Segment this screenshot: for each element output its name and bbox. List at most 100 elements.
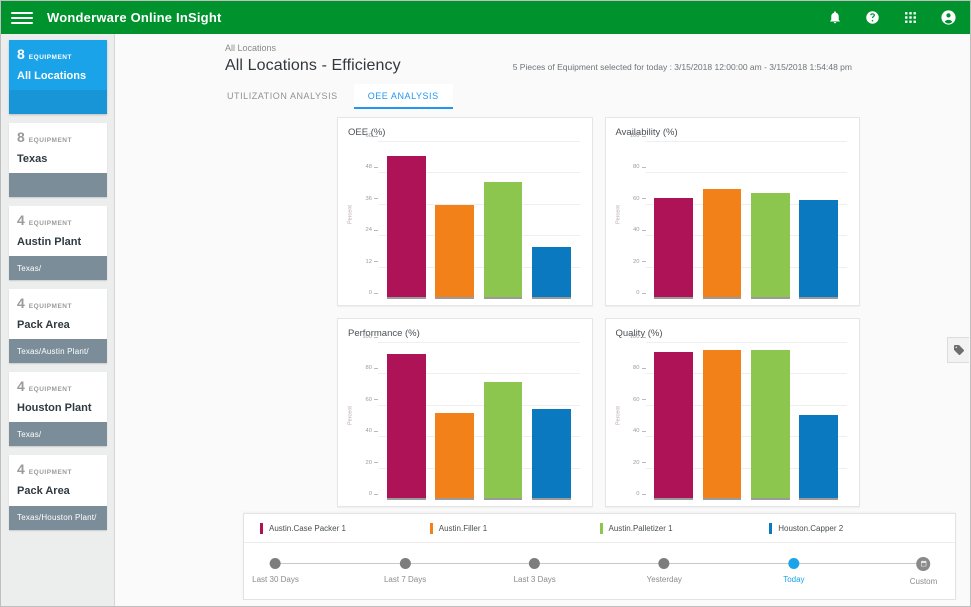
bar-baseline — [751, 297, 790, 299]
sidebar-item-texas[interactable]: 8 EQUIPMENT Texas — [9, 123, 107, 198]
bar-slot — [483, 343, 523, 500]
eq-path: Texas/ — [9, 256, 107, 281]
chart-card-oee: OEE (%) Percent 0 12 24 36 48 60 — [337, 117, 593, 306]
plot-availability: Percent 0 20 40 60 80 100 — [614, 133, 847, 299]
legend-label: Austin.Filler 1 — [438, 524, 488, 533]
app-window: Wonderware Online InSight 8 EQUIPMENT Al… — [0, 0, 971, 607]
y-tick: 20 — [627, 259, 646, 265]
bar-baseline — [435, 297, 474, 299]
legend-item[interactable]: Austin.Case Packer 1 — [260, 523, 430, 534]
eq-card-top: 4 EQUIPMENT Austin Plant — [9, 206, 107, 256]
bar[interactable] — [483, 381, 523, 498]
bar[interactable] — [799, 414, 839, 498]
timeline-label: Last 3 Days — [513, 575, 556, 584]
equipment-sidebar[interactable]: 8 EQUIPMENT All Locations 8 EQUIPMENT Te… — [1, 34, 115, 606]
bell-icon[interactable] — [825, 8, 844, 27]
plot-quality: Percent 0 20 40 60 80 100 — [615, 334, 848, 500]
help-icon[interactable] — [863, 8, 882, 27]
eq-count: 4 — [17, 378, 25, 395]
hamburger-icon[interactable] — [11, 7, 33, 29]
bar-group — [378, 142, 580, 299]
bar[interactable] — [435, 205, 474, 297]
sidebar-item-pack-area-houston[interactable]: 4 EQUIPMENT Pack Area Texas/Houston Plan… — [9, 455, 107, 530]
y-tick: 80 — [359, 365, 378, 371]
bar[interactable] — [654, 198, 694, 297]
chart-title: Quality (%) — [615, 328, 663, 339]
bar[interactable] — [386, 353, 426, 498]
bar-baseline — [386, 498, 426, 500]
account-icon[interactable] — [939, 8, 958, 27]
legend-item[interactable]: Houston.Capper 2 — [769, 523, 939, 534]
bar-slot — [483, 142, 523, 299]
timeline-track: Last 30 Days Last 7 Days Last 3 Days Yester… — [252, 556, 937, 591]
tag-panel-toggle[interactable] — [947, 337, 969, 363]
top-app-bar: Wonderware Online InSight — [1, 1, 970, 34]
y-tick: 40 — [627, 227, 646, 233]
breadcrumb[interactable]: All Locations — [225, 43, 952, 53]
bar[interactable] — [751, 193, 790, 297]
legend-item[interactable]: Austin.Filler 1 — [429, 523, 600, 534]
legend-swatch-icon — [429, 523, 433, 534]
bar[interactable] — [435, 413, 474, 498]
bar[interactable] — [799, 199, 839, 297]
timeline-node-yesterday[interactable]: Yesterday — [647, 557, 682, 584]
y-tick: 48 — [359, 164, 378, 170]
eq-path: Texas/Houston Plant/ — [9, 505, 107, 530]
bar[interactable] — [702, 350, 742, 498]
sidebar-item-austin-plant[interactable]: 4 EQUIPMENT Austin Plant Texas/ — [9, 206, 107, 281]
sidebar-item-all-locations[interactable]: 8 EQUIPMENT All Locations — [9, 40, 107, 115]
bar[interactable] — [483, 181, 523, 297]
y-tick: 100 — [627, 133, 646, 139]
eq-count-row: 4 EQUIPMENT — [17, 213, 99, 227]
timeline-label: Last 30 Days — [252, 575, 299, 584]
bar-slot — [702, 142, 742, 299]
bar[interactable] — [654, 352, 694, 498]
timeline-node-today[interactable]: Today — [783, 557, 805, 584]
bar[interactable] — [751, 350, 790, 498]
main-content: All Locations All Locations - Efficiency… — [115, 34, 970, 606]
chart-legend: Austin.Case Packer 1 Austin.Filler 1 Aus… — [244, 514, 955, 542]
y-tick: 100 — [359, 334, 378, 340]
timeline-dot-icon — [788, 558, 800, 569]
legend-item[interactable]: Austin.Palletizer 1 — [599, 523, 770, 534]
eq-name: Texas — [17, 153, 48, 166]
timeline-node-last-7-days[interactable]: Last 7 Days — [384, 557, 426, 584]
eq-count-row: 8 EQUIPMENT — [17, 47, 99, 61]
legend-label: Austin.Palletizer 1 — [608, 524, 673, 533]
sidebar-item-pack-area-austin[interactable]: 4 EQUIPMENT Pack Area Texas/Austin Plant… — [9, 289, 107, 364]
bar[interactable] — [702, 188, 742, 297]
bar-slot — [751, 142, 790, 299]
bar-slot — [799, 142, 839, 299]
timeline-dot-icon — [529, 558, 541, 569]
bar-baseline — [531, 297, 571, 299]
y-tick: 0 — [359, 491, 378, 497]
eq-count-row: 8 EQUIPMENT — [17, 130, 99, 144]
timeline-node-last-30-days[interactable]: Last 30 Days — [252, 557, 299, 584]
apps-grid-icon[interactable] — [901, 8, 920, 27]
timeline-line — [275, 563, 924, 564]
y-tick: 0 — [627, 290, 646, 296]
bar-slot — [386, 343, 426, 500]
y-tick: 60 — [627, 196, 646, 202]
tab-utilization-analysis[interactable]: UTILIZATION ANALYSIS — [225, 84, 354, 109]
y-axis-label: Percent — [614, 204, 621, 224]
bar-slot — [799, 343, 839, 500]
eq-count: 8 — [17, 46, 25, 62]
eq-card-top: 4 EQUIPMENT Houston Plant — [9, 372, 107, 422]
bar[interactable] — [531, 408, 571, 498]
eq-unit-label: EQUIPMENT — [28, 220, 72, 228]
bar[interactable] — [386, 155, 426, 297]
bar-slot — [654, 142, 694, 299]
timeline-node-custom[interactable]: Custom — [910, 556, 937, 586]
sidebar-item-houston-plant[interactable]: 4 EQUIPMENT Houston Plant Texas/ — [9, 372, 107, 447]
bar[interactable] — [531, 247, 571, 297]
bar-group — [646, 343, 848, 500]
tab-oee-analysis[interactable]: OEE ANALYSIS — [353, 84, 453, 109]
bar-slot — [654, 343, 694, 500]
timeline-node-last-3-days[interactable]: Last 3 Days — [514, 557, 556, 584]
eq-count-row: 4 EQUIPMENT — [17, 296, 99, 310]
time-range-selector[interactable]: Last 30 Days Last 7 Days Last 3 Days Yester… — [244, 542, 955, 599]
y-tick: 60 — [627, 397, 646, 403]
selection-info: 5 Pieces of Equipment selected for today… — [512, 62, 852, 72]
legend-swatch-icon — [599, 523, 603, 534]
